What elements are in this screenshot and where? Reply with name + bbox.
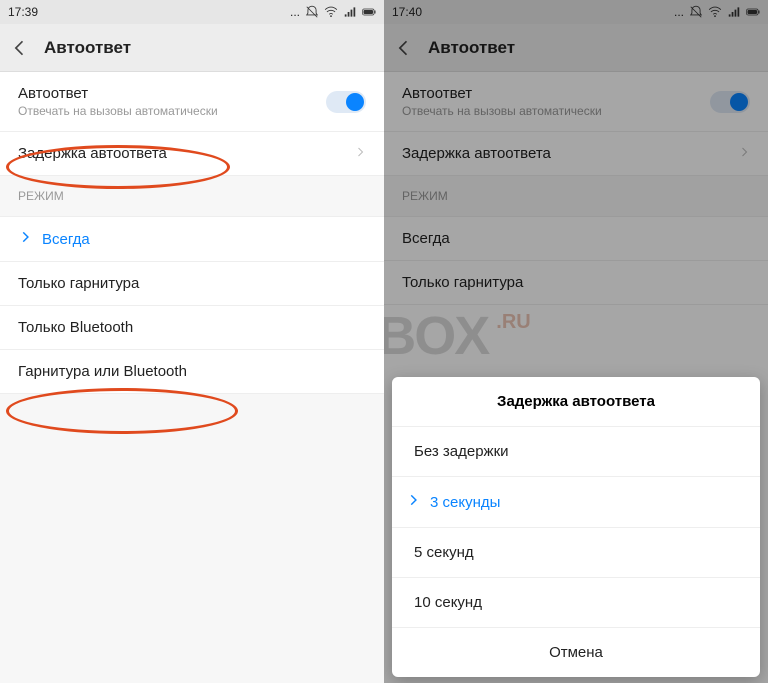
- status-time: 17:39: [8, 5, 38, 19]
- blank-area: [0, 394, 384, 683]
- battery-icon: [362, 5, 376, 19]
- check-icon: [18, 230, 32, 248]
- mode-bluetooth[interactable]: Только Bluetooth: [0, 306, 384, 350]
- mode-bluetooth-label: Только Bluetooth: [18, 319, 133, 336]
- autoanswer-toggle[interactable]: [326, 91, 366, 113]
- dots-icon: ...: [290, 5, 300, 19]
- title-bar: Автоответ: [0, 24, 384, 72]
- delay-row[interactable]: Задержка автоответа: [0, 132, 384, 176]
- signal-icon: [343, 5, 357, 19]
- dnd-icon: [305, 5, 319, 19]
- dialog-cancel-button[interactable]: Отмена: [392, 628, 760, 677]
- page-title: Автоответ: [44, 38, 131, 58]
- mode-header: РЕЖИМ: [0, 176, 384, 217]
- autoanswer-sub: Отвечать на вызовы автоматически: [18, 104, 326, 118]
- mode-either-label: Гарнитура или Bluetooth: [18, 363, 187, 380]
- delay-option-5s[interactable]: 5 секунд: [392, 528, 760, 578]
- mode-always-label: Всегда: [42, 231, 90, 248]
- mode-headset[interactable]: Только гарнитура: [0, 262, 384, 306]
- chevron-right-icon: [354, 145, 366, 162]
- screen-left: 17:39 ... Автоответ Автоответ Отвечать н…: [0, 0, 384, 683]
- delay-option-10s[interactable]: 10 секунд: [392, 578, 760, 628]
- delay-option-3s[interactable]: 3 секунды: [392, 477, 760, 528]
- status-bar: 17:39 ...: [0, 0, 384, 24]
- delay-option-none[interactable]: Без задержки: [392, 427, 760, 477]
- status-icons: ...: [290, 5, 376, 19]
- delay-label: Задержка автоответа: [18, 145, 354, 162]
- dialog-title: Задержка автоответа: [392, 377, 760, 427]
- back-button[interactable]: [10, 38, 30, 58]
- mode-either[interactable]: Гарнитура или Bluetooth: [0, 350, 384, 394]
- autoanswer-label: Автоответ: [18, 85, 326, 102]
- mode-headset-label: Только гарнитура: [18, 275, 139, 292]
- wifi-icon: [324, 5, 338, 19]
- check-icon: [406, 493, 420, 511]
- mode-always[interactable]: Всегда: [0, 217, 384, 262]
- delay-dialog: Задержка автоответа Без задержки 3 секун…: [392, 377, 760, 677]
- autoanswer-row[interactable]: Автоответ Отвечать на вызовы автоматичес…: [0, 72, 384, 132]
- settings-list: Автоответ Отвечать на вызовы автоматичес…: [0, 72, 384, 394]
- screen-right: 17:40 ... Автоответ Автоответ Отвечать н…: [384, 0, 768, 683]
